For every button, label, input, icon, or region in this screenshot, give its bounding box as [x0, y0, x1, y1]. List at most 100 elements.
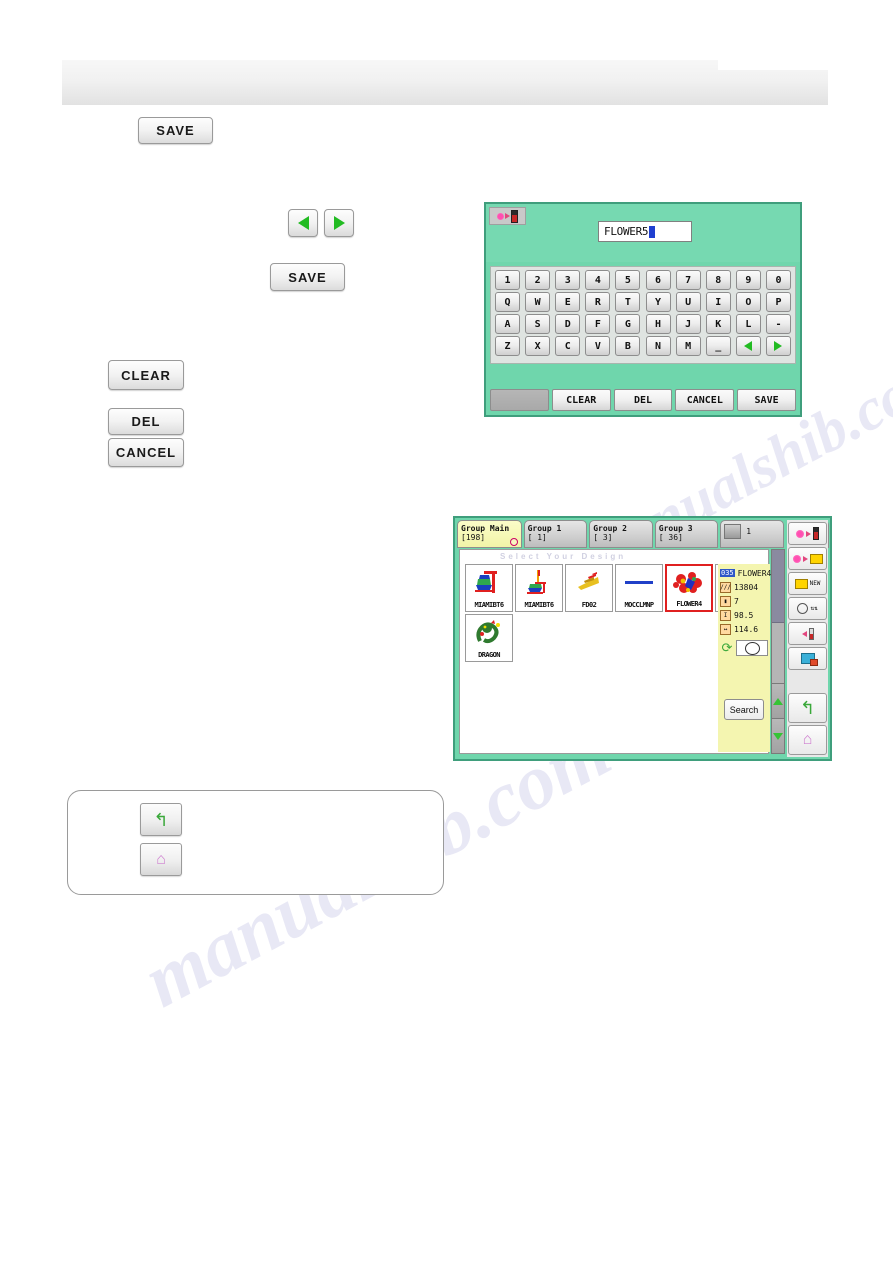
triangle-left-icon [744, 341, 753, 351]
scrollbar-track[interactable] [772, 623, 784, 683]
key-cursor-right[interactable] [765, 336, 791, 356]
key-g[interactable]: G [615, 314, 641, 334]
key-d[interactable]: D [555, 314, 581, 334]
key-h[interactable]: H [645, 314, 671, 334]
design-thumbnail [667, 568, 711, 600]
keyboard-row-4: Z X C V B N M _ [493, 336, 793, 356]
key-l[interactable]: L [735, 314, 761, 334]
arrow-left-button[interactable] [288, 209, 318, 237]
key-5[interactable]: 5 [615, 270, 641, 290]
design-cell-dragon[interactable]: DRAGON [465, 614, 513, 662]
design-list-scrollbar[interactable] [771, 549, 785, 754]
action-cancel[interactable]: CANCEL [675, 389, 735, 411]
design-cell-fd02[interactable]: FD02 [565, 564, 613, 612]
design-select-screen: Group Main [198] Group 1 [ 1] Group 2 [ … [453, 516, 832, 761]
design-cell-miamibt6-a[interactable]: MIAMIBT6 [465, 564, 513, 612]
key-9[interactable]: 9 [735, 270, 761, 290]
del-button[interactable]: DEL [108, 408, 184, 435]
key-4[interactable]: 4 [585, 270, 611, 290]
key-t[interactable]: T [615, 292, 641, 312]
key-m[interactable]: M [675, 336, 701, 356]
key-1[interactable]: 1 [495, 270, 520, 290]
design-cell-miamibt6-b[interactable]: MIAMIBT6 [515, 564, 563, 612]
stitch-icon: /// [720, 581, 731, 593]
keyboard-row-2: Q W E R T Y U I O P [493, 292, 793, 312]
tab-group-3[interactable]: Group 3 [ 36] [654, 520, 719, 548]
key-f[interactable]: F [585, 314, 611, 334]
scrollbar-thumb[interactable] [772, 550, 784, 623]
save-button[interactable]: SAVE [138, 117, 213, 144]
rail-spacer [788, 672, 827, 691]
key-hyphen[interactable]: - [765, 314, 791, 334]
media-card-button[interactable] [788, 647, 827, 670]
key-z[interactable]: Z [495, 336, 520, 356]
key-i[interactable]: I [705, 292, 731, 312]
save-button-2[interactable]: SAVE [270, 263, 345, 291]
tab-group-main[interactable]: Group Main [198] [457, 520, 522, 548]
key-u[interactable]: U [675, 292, 701, 312]
arrow-right-button[interactable] [324, 209, 354, 237]
design-info-panel: 035 FLOWER4 /// 13804 ▮ 7 I 98.5 ↔ 114.6… [718, 564, 771, 752]
key-y[interactable]: Y [645, 292, 671, 312]
arrow-right-icon [802, 555, 808, 562]
key-0[interactable]: 0 [765, 270, 791, 290]
time-stitch-order-button[interactable]: ⇅⇅ [788, 597, 827, 620]
note-home-button[interactable]: ⌂ [140, 843, 182, 876]
keyboard-screen: FLOWER5 1 2 3 4 5 6 7 8 9 0 Q W E R T Y … [484, 202, 802, 417]
action-del[interactable]: DEL [613, 389, 673, 411]
key-s[interactable]: S [525, 314, 551, 334]
design-label: MOCCLMNP [624, 601, 655, 609]
search-button[interactable]: Search [724, 699, 764, 720]
note-back-button[interactable]: ↰ [140, 803, 182, 836]
key-o[interactable]: O [735, 292, 761, 312]
key-a[interactable]: A [495, 314, 520, 334]
action-save[interactable]: SAVE [737, 389, 796, 411]
info-row-colors: ▮ 7 [720, 594, 768, 608]
send-design-to-folder-button[interactable] [788, 547, 827, 570]
clear-button[interactable]: CLEAR [108, 360, 184, 390]
triangle-right-icon [333, 216, 345, 230]
send-design-to-machine-button[interactable] [788, 522, 827, 545]
key-3[interactable]: 3 [555, 270, 581, 290]
key-p[interactable]: P [765, 292, 791, 312]
scroll-up-button[interactable] [772, 683, 784, 718]
home-button[interactable]: ⌂ [788, 725, 827, 755]
key-v[interactable]: V [585, 336, 611, 356]
key-e[interactable]: E [555, 292, 581, 312]
back-arrow-icon: ↰ [799, 698, 816, 718]
design-name-input[interactable]: FLOWER5 [598, 221, 692, 242]
key-w[interactable]: W [525, 292, 551, 312]
arrow-right-icon [806, 530, 811, 537]
cancel-button[interactable]: CANCEL [108, 438, 184, 467]
hoop-shape-button[interactable] [736, 640, 768, 656]
key-k[interactable]: K [705, 314, 731, 334]
key-n[interactable]: N [645, 336, 671, 356]
folder-new-button[interactable]: NEW [788, 572, 827, 595]
boat-small-art-icon [527, 570, 546, 594]
key-x[interactable]: X [525, 336, 551, 356]
tab-group-extra[interactable]: 1 [720, 520, 785, 548]
key-7[interactable]: 7 [675, 270, 701, 290]
tab-group-1-count: [ 1] [527, 533, 547, 542]
design-label: FD02 [581, 601, 597, 609]
design-label: MIAMIBT6 [474, 601, 505, 609]
key-6[interactable]: 6 [645, 270, 671, 290]
action-clear[interactable]: CLEAR [551, 389, 611, 411]
key-q[interactable]: Q [495, 292, 520, 312]
key-8[interactable]: 8 [705, 270, 731, 290]
design-cell-flower4[interactable]: FLOWER4 [665, 564, 713, 612]
key-cursor-left[interactable] [735, 336, 761, 356]
key-b[interactable]: B [615, 336, 641, 356]
tab-group-1[interactable]: Group 1 [ 1] [523, 520, 588, 548]
back-button[interactable]: ↰ [788, 693, 827, 723]
key-j[interactable]: J [675, 314, 701, 334]
repeat-icon[interactable]: ⟳ [720, 641, 734, 655]
key-underscore[interactable]: _ [705, 336, 731, 356]
needle-setting-button[interactable] [788, 622, 827, 645]
key-c[interactable]: C [555, 336, 581, 356]
key-r[interactable]: R [585, 292, 611, 312]
design-cell-mocclmnp[interactable]: MOCCLMNP [615, 564, 663, 612]
scroll-down-button[interactable] [772, 718, 784, 753]
tab-group-2[interactable]: Group 2 [ 3] [589, 520, 653, 548]
key-2[interactable]: 2 [525, 270, 551, 290]
